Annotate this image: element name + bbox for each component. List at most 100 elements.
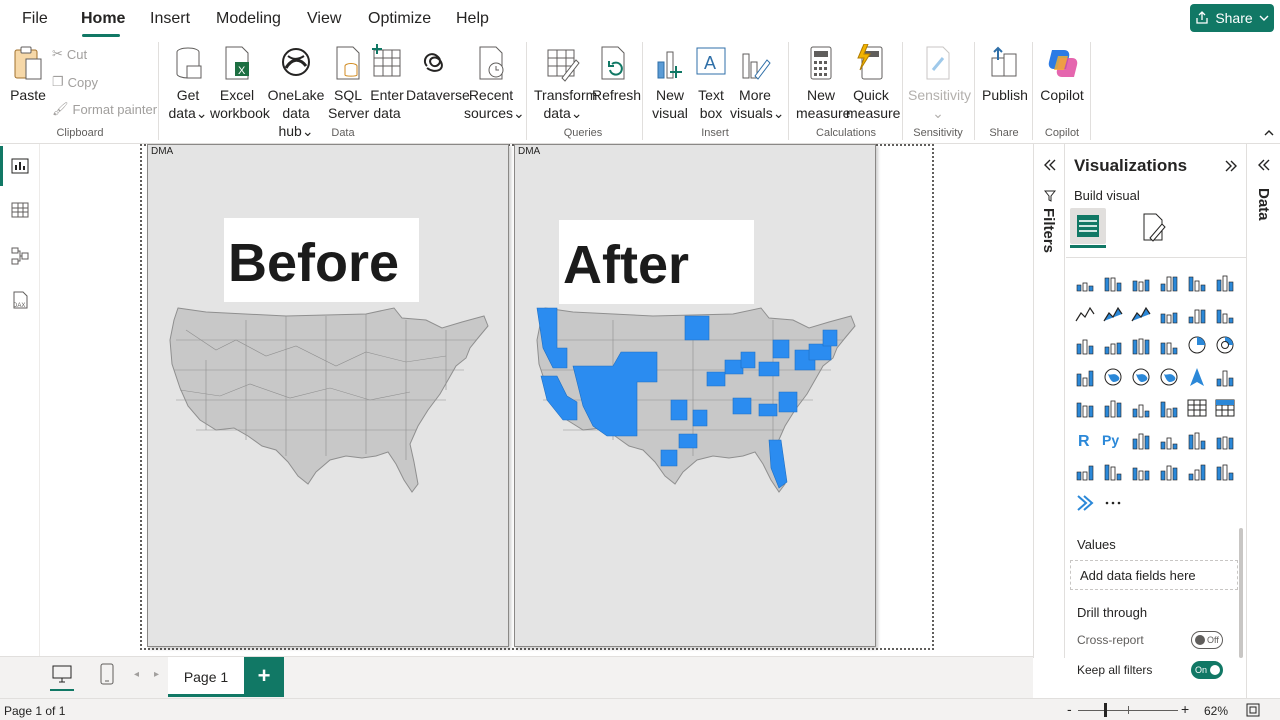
quick-measure-button[interactable]: Quick measure	[846, 44, 900, 122]
ribbon-chart-2-icon[interactable]	[1074, 334, 1096, 356]
collapse-ribbon-icon[interactable]	[1264, 128, 1274, 138]
more-options-icon[interactable]	[1102, 492, 1124, 514]
refresh-button[interactable]: Refresh	[592, 44, 641, 104]
dataverse-button[interactable]: Dataverse	[406, 44, 470, 104]
line-chart-icon[interactable]	[1074, 303, 1096, 325]
line-column-chart-icon[interactable]	[1186, 303, 1208, 325]
onelake-button[interactable]: OneLake data hub⌄	[266, 44, 326, 140]
recent-sources-button[interactable]: Recent sources⌄	[464, 44, 525, 122]
cut-button[interactable]: ✂ Cut	[52, 46, 87, 62]
menu-view[interactable]: View	[307, 10, 341, 28]
paginated-report-icon[interactable]	[1102, 460, 1124, 482]
kpi-icon[interactable]	[1130, 397, 1152, 419]
stacked-column-chart-icon[interactable]	[1102, 271, 1124, 293]
gauge-icon[interactable]	[1214, 366, 1236, 388]
add-page-button[interactable]: +	[244, 657, 284, 697]
desktop-layout-icon[interactable]	[52, 665, 72, 683]
r-visual-icon[interactable]: R	[1074, 429, 1096, 451]
zoom-level[interactable]: 62%	[1204, 704, 1228, 718]
waterfall-chart-icon[interactable]	[1102, 334, 1124, 356]
funnel-chart-icon[interactable]	[1130, 334, 1152, 356]
cross-report-toggle[interactable]: Off	[1191, 631, 1223, 649]
menu-insert[interactable]: Insert	[150, 10, 190, 28]
zoom-in-button[interactable]: +	[1181, 701, 1189, 717]
scatter-chart-icon[interactable]	[1158, 334, 1180, 356]
format-painter-button[interactable]: 🖌 Format painter	[52, 101, 157, 117]
key-influencers-icon[interactable]	[1130, 429, 1152, 451]
menu-home[interactable]: Home	[81, 10, 125, 28]
mobile-layout-icon[interactable]	[100, 663, 114, 685]
text-box-button[interactable]: A Text box	[692, 44, 730, 122]
publish-button[interactable]: Publish	[982, 44, 1028, 104]
excel-workbook-button[interactable]: X Excel workbook	[210, 44, 270, 122]
azure-map-icon[interactable]	[1186, 366, 1208, 388]
filled-map-icon[interactable]	[1130, 366, 1152, 388]
slicer-icon[interactable]	[1158, 397, 1180, 419]
menu-optimize[interactable]: Optimize	[368, 10, 431, 28]
copilot-button[interactable]: Copilot	[1038, 44, 1086, 104]
more-visuals-chevron-icon[interactable]	[1074, 492, 1096, 514]
power-automate-icon[interactable]	[1158, 460, 1180, 482]
zoom-out-button[interactable]: -	[1067, 701, 1072, 717]
page-tab-page1[interactable]: Page 1	[168, 657, 244, 697]
goals-icon[interactable]	[1074, 460, 1096, 482]
clustered-bar-chart-icon[interactable]	[1130, 271, 1152, 293]
python-visual-icon[interactable]: Py	[1102, 429, 1124, 451]
paste-button[interactable]: Paste	[8, 44, 48, 104]
table-view-icon[interactable]	[10, 200, 30, 220]
new-visual-button[interactable]: New visual	[650, 44, 690, 122]
narrative-icon[interactable]	[1214, 429, 1236, 451]
stacked-bar-chart-icon[interactable]	[1074, 271, 1096, 293]
sensitivity-button[interactable]: Sensitivity ⌄	[908, 44, 971, 122]
model-view-icon[interactable]	[10, 246, 30, 266]
line-clustered-column-chart-icon[interactable]	[1214, 303, 1236, 325]
power-apps-icon[interactable]	[1130, 460, 1152, 482]
format-visual-icon[interactable]	[1140, 212, 1168, 242]
clustered-column-chart-icon[interactable]	[1158, 271, 1180, 293]
more-visuals-button[interactable]: More visuals⌄	[730, 44, 785, 122]
get-data-button[interactable]: Get data⌄	[166, 44, 210, 122]
stacked-area-chart-icon[interactable]	[1130, 303, 1152, 325]
fit-to-page-icon[interactable]	[1246, 703, 1260, 717]
map-icon[interactable]	[1102, 366, 1124, 388]
menu-file[interactable]: File	[22, 10, 48, 28]
scroll-right-icon[interactable]: ▸	[154, 669, 159, 680]
treemap-icon[interactable]	[1074, 366, 1096, 388]
build-visual-tab[interactable]	[1070, 208, 1106, 244]
collapse-pane-icon[interactable]	[1224, 159, 1238, 173]
custom-visual-icon[interactable]	[1214, 460, 1236, 482]
dax-query-view-icon[interactable]: DAX	[10, 290, 30, 310]
enter-data-button[interactable]: Enter data	[368, 44, 406, 122]
matrix-icon[interactable]	[1214, 397, 1236, 419]
menu-modeling[interactable]: Modeling	[216, 10, 281, 28]
decomposition-tree-icon[interactable]	[1158, 429, 1180, 451]
map-visual-after[interactable]: DMA After	[514, 144, 876, 647]
report-view-icon[interactable]	[10, 156, 30, 176]
expand-data-icon[interactable]	[1257, 158, 1271, 172]
pie-chart-icon[interactable]	[1186, 334, 1208, 356]
shape-map-icon[interactable]	[1158, 366, 1180, 388]
transform-data-button[interactable]: Transform data⌄	[534, 44, 597, 122]
table-icon[interactable]	[1186, 397, 1208, 419]
area-chart-icon[interactable]	[1102, 303, 1124, 325]
map-visual-before[interactable]: DMA Before	[147, 144, 509, 647]
menu-help[interactable]: Help	[456, 10, 489, 28]
share-button[interactable]: Share	[1190, 4, 1274, 32]
donut-chart-icon[interactable]	[1214, 334, 1236, 356]
card-icon[interactable]	[1074, 397, 1096, 419]
scroll-left-icon[interactable]: ◂	[134, 669, 139, 680]
expand-filters-icon[interactable]	[1043, 158, 1057, 172]
filters-pane-collapsed[interactable]: Filters	[1033, 144, 1065, 658]
multi-row-card-icon[interactable]	[1102, 397, 1124, 419]
ribbon-chart-icon[interactable]	[1158, 303, 1180, 325]
100-stacked-bar-chart-icon[interactable]	[1186, 271, 1208, 293]
keep-all-filters-toggle[interactable]: On	[1191, 661, 1223, 679]
add-data-fields-drop-zone[interactable]: Add data fields here	[1070, 560, 1238, 590]
sql-server-button[interactable]: SQL Server	[328, 44, 369, 122]
100-stacked-column-chart-icon[interactable]	[1214, 271, 1236, 293]
zoom-slider-thumb[interactable]	[1104, 703, 1107, 717]
metrics-icon[interactable]	[1186, 460, 1208, 482]
copy-button[interactable]: ❐ Copy	[52, 74, 98, 90]
new-measure-button[interactable]: New measure	[796, 44, 850, 122]
qa-icon[interactable]	[1186, 429, 1208, 451]
